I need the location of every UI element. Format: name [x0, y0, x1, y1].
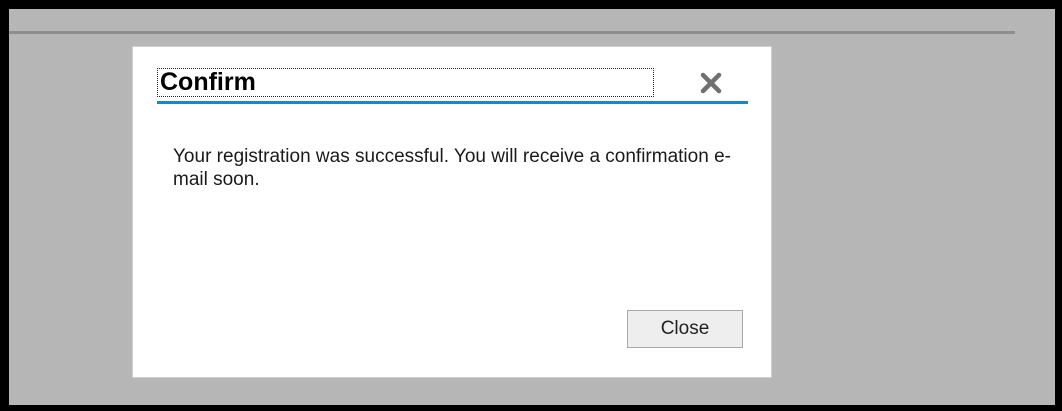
top-divider	[9, 31, 1015, 34]
dialog-message: Your registration was successful. You wi…	[173, 146, 731, 190]
close-x-glyph	[700, 72, 722, 94]
close-x-icon[interactable]	[697, 69, 725, 97]
close-button[interactable]: Close	[627, 310, 743, 348]
dialog-title: Confirm	[157, 68, 654, 97]
confirm-dialog: Confirm Your registration was successful…	[132, 46, 772, 378]
page-backdrop: Confirm Your registration was successful…	[9, 9, 1055, 405]
dialog-header: Confirm	[157, 67, 748, 104]
